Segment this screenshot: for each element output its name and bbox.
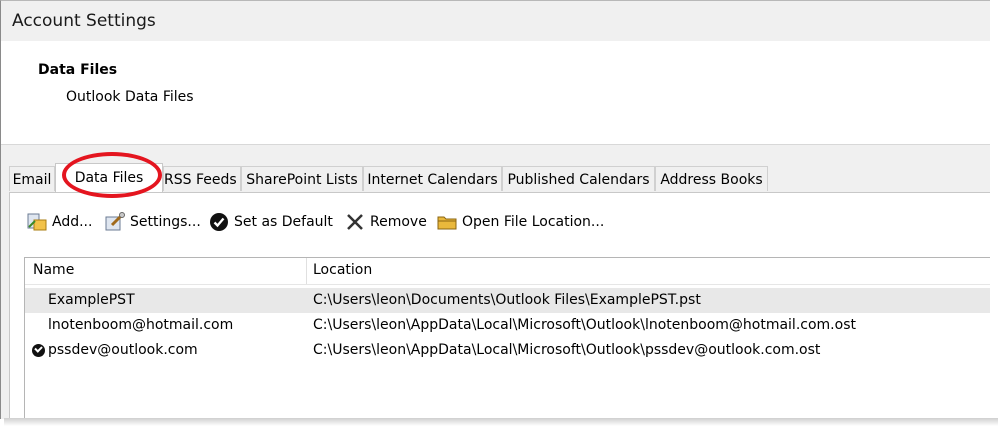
settings-icon	[104, 211, 126, 233]
settings-label: Settings...	[130, 214, 201, 230]
header-area: Data Files Outlook Data Files	[1, 41, 991, 145]
section-title: Data Files	[38, 62, 118, 78]
tab-area: Email Data Files RSS Feeds SharePoint Li…	[1, 145, 991, 419]
list-header: Name Location	[25, 258, 991, 285]
tab-data-files[interactable]: Data Files	[55, 163, 163, 192]
data-files-panel: Add... Settings... Set as Default Remove…	[9, 192, 991, 419]
title-bar: Account Settings	[1, 1, 991, 41]
row-name: pssdev@outlook.com	[48, 342, 198, 358]
row-name: ExamplePST	[48, 292, 135, 308]
column-divider[interactable]	[306, 258, 307, 284]
row-location: C:\Users\leon\AppData\Local\Microsoft\Ou…	[313, 342, 821, 358]
row-location: C:\Users\leon\AppData\Local\Microsoft\Ou…	[313, 317, 856, 333]
list-row[interactable]: lnotenboom@hotmail.com C:\Users\leon\App…	[25, 313, 991, 338]
tab-rss-feeds[interactable]: RSS Feeds	[163, 166, 241, 191]
section-subtitle: Outlook Data Files	[66, 89, 194, 105]
settings-button[interactable]: Settings...	[104, 210, 201, 234]
add-label: Add...	[52, 214, 93, 230]
list-row[interactable]: ExamplePST C:\Users\leon\Documents\Outlo…	[25, 288, 991, 313]
account-settings-window: Account Settings Data Files Outlook Data…	[0, 0, 991, 419]
add-button[interactable]: Add...	[26, 210, 92, 234]
open-file-location-button[interactable]: Open File Location...	[436, 210, 604, 234]
tab-sharepoint-lists[interactable]: SharePoint Lists	[241, 166, 363, 191]
default-checkmark-icon	[32, 344, 45, 357]
open-file-location-label: Open File Location...	[462, 214, 605, 230]
column-header-name[interactable]: Name	[33, 262, 74, 278]
tab-published-calendars[interactable]: Published Calendars	[502, 166, 655, 191]
tab-address-books[interactable]: Address Books	[655, 166, 768, 191]
tab-email[interactable]: Email	[9, 166, 55, 191]
remove-label: Remove	[370, 214, 427, 230]
data-files-list[interactable]: Name Location ExamplePST C:\Users\leon\D…	[24, 257, 991, 419]
torn-edge-right	[990, 0, 998, 426]
window-title: Account Settings	[12, 11, 156, 31]
list-row[interactable]: pssdev@outlook.com C:\Users\leon\AppData…	[25, 338, 991, 363]
remove-x-icon	[344, 211, 366, 233]
checkmark-circle-icon	[208, 211, 230, 233]
add-file-icon	[26, 211, 48, 233]
set-as-default-button[interactable]: Set as Default	[208, 210, 333, 234]
torn-edge-bottom	[4, 418, 998, 426]
row-location: C:\Users\leon\Documents\Outlook Files\Ex…	[313, 292, 701, 308]
tab-internet-calendars[interactable]: Internet Calendars	[363, 166, 502, 191]
set-as-default-label: Set as Default	[234, 214, 333, 230]
row-name: lnotenboom@hotmail.com	[48, 317, 234, 333]
folder-icon	[436, 211, 458, 233]
remove-button[interactable]: Remove	[344, 210, 427, 234]
column-header-location[interactable]: Location	[313, 262, 372, 278]
